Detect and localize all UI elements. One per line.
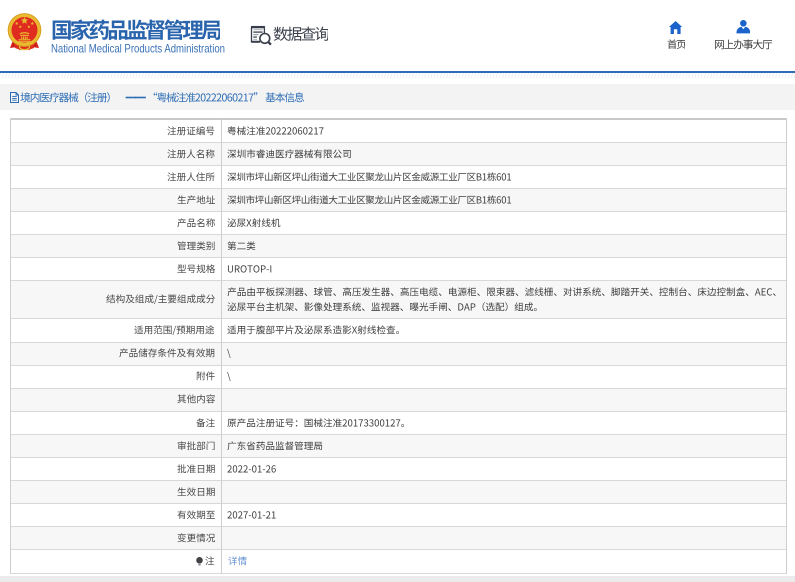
svg-text:National Medical Products Admi: National Medical Products Administration [51, 42, 225, 55]
